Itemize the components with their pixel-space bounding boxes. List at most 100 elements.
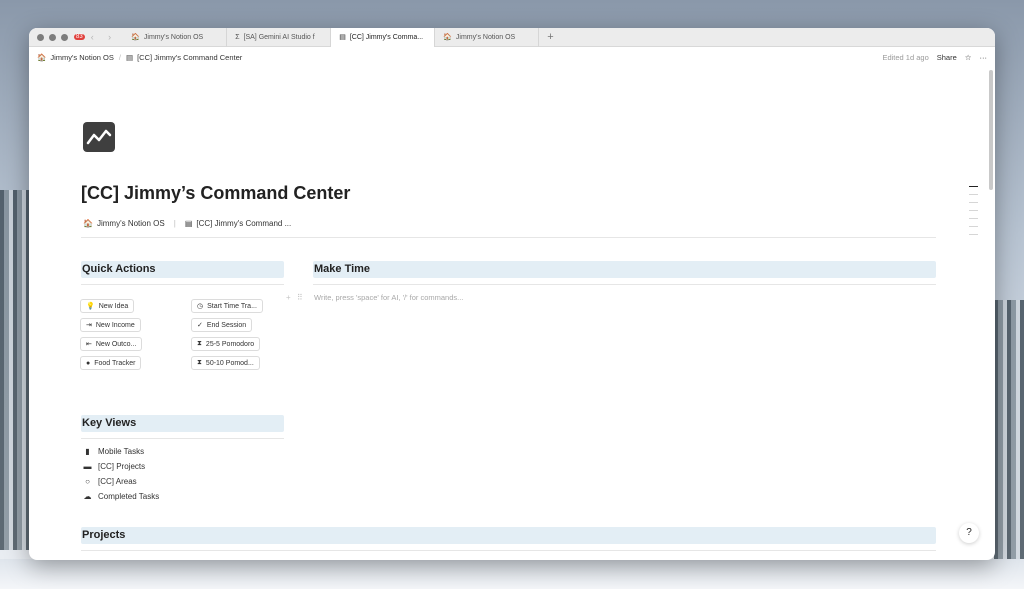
nav-arrows[interactable]: ‹ › [91, 32, 118, 42]
tab-command-center[interactable]: ▤ [CC] Jimmy's Comma... [331, 28, 436, 47]
key-view-completed-tasks[interactable]: ☁ Completed Tasks [83, 492, 160, 501]
hourglass-icon: ⧗ [197, 359, 202, 366]
button-label: Food Tracker [94, 359, 136, 367]
start-time-tracking-button[interactable]: ◷ Start Time Tra... [191, 299, 263, 313]
toc-line[interactable] [969, 194, 978, 195]
tab-label: [CC] Jimmy's Comma... [349, 33, 424, 41]
minimize-window-button[interactable] [49, 33, 56, 41]
toc-line[interactable] [969, 234, 978, 235]
check-icon: ✓ [197, 322, 203, 329]
star-icon[interactable]: ☆ [965, 53, 972, 62]
table-of-contents[interactable] [969, 186, 978, 242]
inner-breadcrumb-current[interactable]: [CC] Jimmy's Command ... [196, 219, 291, 228]
divider [81, 438, 284, 439]
folder-icon: ▬ [83, 462, 92, 471]
apple-icon: ● [86, 359, 91, 367]
key-view-label: Mobile Tasks [98, 447, 145, 456]
tab-label: [SA] Gemini AI Studio f [243, 33, 315, 41]
login-icon: ⇥ [86, 322, 92, 329]
house-icon: 🏠 [443, 34, 452, 41]
breadcrumb-label: [CC] Jimmy's Command Center [137, 52, 243, 62]
bulb-icon: 💡 [86, 303, 95, 310]
inner-breadcrumb: 🏠 Jimmy's Notion OS | ▤ [CC] Jimmy's Com… [83, 219, 291, 228]
house-icon: 🏠 [83, 219, 93, 228]
breadcrumb-separator: / [118, 52, 121, 62]
key-view-areas[interactable]: ○ [CC] Areas [83, 477, 137, 486]
pomodoro-50-10-button[interactable]: ⧗ 50-10 Pomod... [191, 356, 260, 370]
background-snow [0, 559, 1024, 589]
key-view-mobile-tasks[interactable]: ▮ Mobile Tasks [83, 447, 144, 456]
new-tab-button[interactable]: + [539, 31, 561, 43]
new-idea-button[interactable]: 💡 New Idea [80, 299, 135, 313]
button-label: 25-5 Pomodoro [205, 340, 255, 348]
key-views-heading[interactable]: Key Views [81, 415, 284, 432]
pomodoro-25-5-button[interactable]: ⧗ 25-5 Pomodoro [191, 337, 261, 351]
hourglass-icon: ⧗ [197, 340, 202, 347]
zoom-window-button[interactable] [61, 33, 68, 41]
page-title[interactable]: [CC] Jimmy’s Command Center [81, 183, 350, 204]
cloud-check-icon: ☁ [83, 492, 92, 501]
make-time-editor[interactable]: Write, press 'space' for AI, '/' for com… [314, 293, 463, 302]
new-outcome-button[interactable]: ⇤ New Outco... [80, 337, 143, 351]
button-label: 50-10 Pomod... [205, 359, 254, 367]
projects-heading[interactable]: Projects [81, 527, 936, 544]
divider [81, 237, 936, 238]
quick-actions-heading[interactable]: Quick Actions [81, 261, 284, 278]
button-label: New Idea [98, 302, 129, 310]
divider [81, 284, 284, 285]
page-topbar: 🏠 Jimmy's Notion OS / ▤ [CC] Jimmy's Com… [29, 47, 995, 67]
block-drag-handle[interactable]: + ⠿ [286, 293, 305, 302]
tab-jimmys-notion-os[interactable]: 🏠 Jimmy's Notion OS [123, 28, 228, 47]
logout-icon: ⇤ [86, 341, 92, 348]
command-icon: ▤ [125, 52, 134, 62]
key-view-label: [CC] Projects [98, 462, 146, 471]
edited-timestamp: Edited 1d ago [882, 52, 929, 62]
help-button[interactable]: ? [959, 523, 979, 543]
divider [81, 550, 936, 551]
key-view-label: [CC] Areas [98, 477, 137, 486]
circle-icon: ○ [85, 477, 90, 486]
tab-label: Jimmy's Notion OS [143, 33, 204, 41]
divider [313, 284, 936, 285]
browser-window: 83 ‹ › 🏠 Jimmy's Notion OS Σ [SA] Gemini… [29, 28, 995, 560]
tab-gemini-ai-studio[interactable]: Σ [SA] Gemini AI Studio f [227, 28, 332, 47]
tab-bar: 83 ‹ › 🏠 Jimmy's Notion OS Σ [SA] Gemini… [29, 28, 995, 47]
window-controls [29, 33, 74, 41]
toc-line[interactable] [969, 202, 978, 203]
button-label: New Outco... [95, 340, 137, 348]
command-icon: ▤ [339, 34, 346, 41]
share-button[interactable]: Share [937, 53, 957, 62]
close-window-button[interactable] [37, 33, 44, 41]
key-view-label: Completed Tasks [98, 492, 160, 501]
button-label: End Session [206, 321, 247, 329]
toc-line[interactable] [969, 186, 978, 187]
tab-label: Jimmy's Notion OS [455, 33, 516, 41]
food-tracker-button[interactable]: ● Food Tracker [80, 356, 142, 370]
sigma-icon: Σ [235, 33, 240, 41]
command-icon: ▤ [184, 219, 193, 228]
more-icon[interactable]: ··· [980, 53, 988, 62]
background-trees-right [994, 300, 1024, 560]
house-icon: 🏠 [37, 52, 47, 62]
toc-line[interactable] [969, 218, 978, 219]
tab-jimmys-notion-os-2[interactable]: 🏠 Jimmy's Notion OS [435, 28, 540, 47]
trend-chart-icon[interactable] [83, 122, 115, 152]
clock-icon: ◷ [197, 303, 204, 310]
inner-breadcrumb-home[interactable]: Jimmy's Notion OS [97, 219, 165, 228]
scrollbar[interactable] [989, 70, 993, 190]
toc-line[interactable] [969, 210, 978, 211]
end-session-button[interactable]: ✓ End Session [191, 318, 253, 332]
new-income-button[interactable]: ⇥ New Income [80, 318, 141, 332]
button-label: Start Time Tra... [207, 302, 257, 310]
breadcrumb-home[interactable]: 🏠 Jimmy's Notion OS [37, 53, 114, 62]
notification-badge[interactable]: 83 [74, 34, 85, 40]
breadcrumb-label: Jimmy's Notion OS [50, 52, 114, 62]
button-label: New Income [95, 321, 135, 329]
house-icon: 🏠 [131, 34, 140, 41]
breadcrumb-separator: | [173, 219, 176, 228]
breadcrumb-current[interactable]: ▤ [CC] Jimmy's Command Center [126, 53, 242, 62]
make-time-heading[interactable]: Make Time [313, 261, 936, 278]
key-view-projects[interactable]: ▬ [CC] Projects [83, 462, 146, 471]
phone-icon: ▮ [85, 447, 90, 456]
toc-line[interactable] [969, 226, 978, 227]
